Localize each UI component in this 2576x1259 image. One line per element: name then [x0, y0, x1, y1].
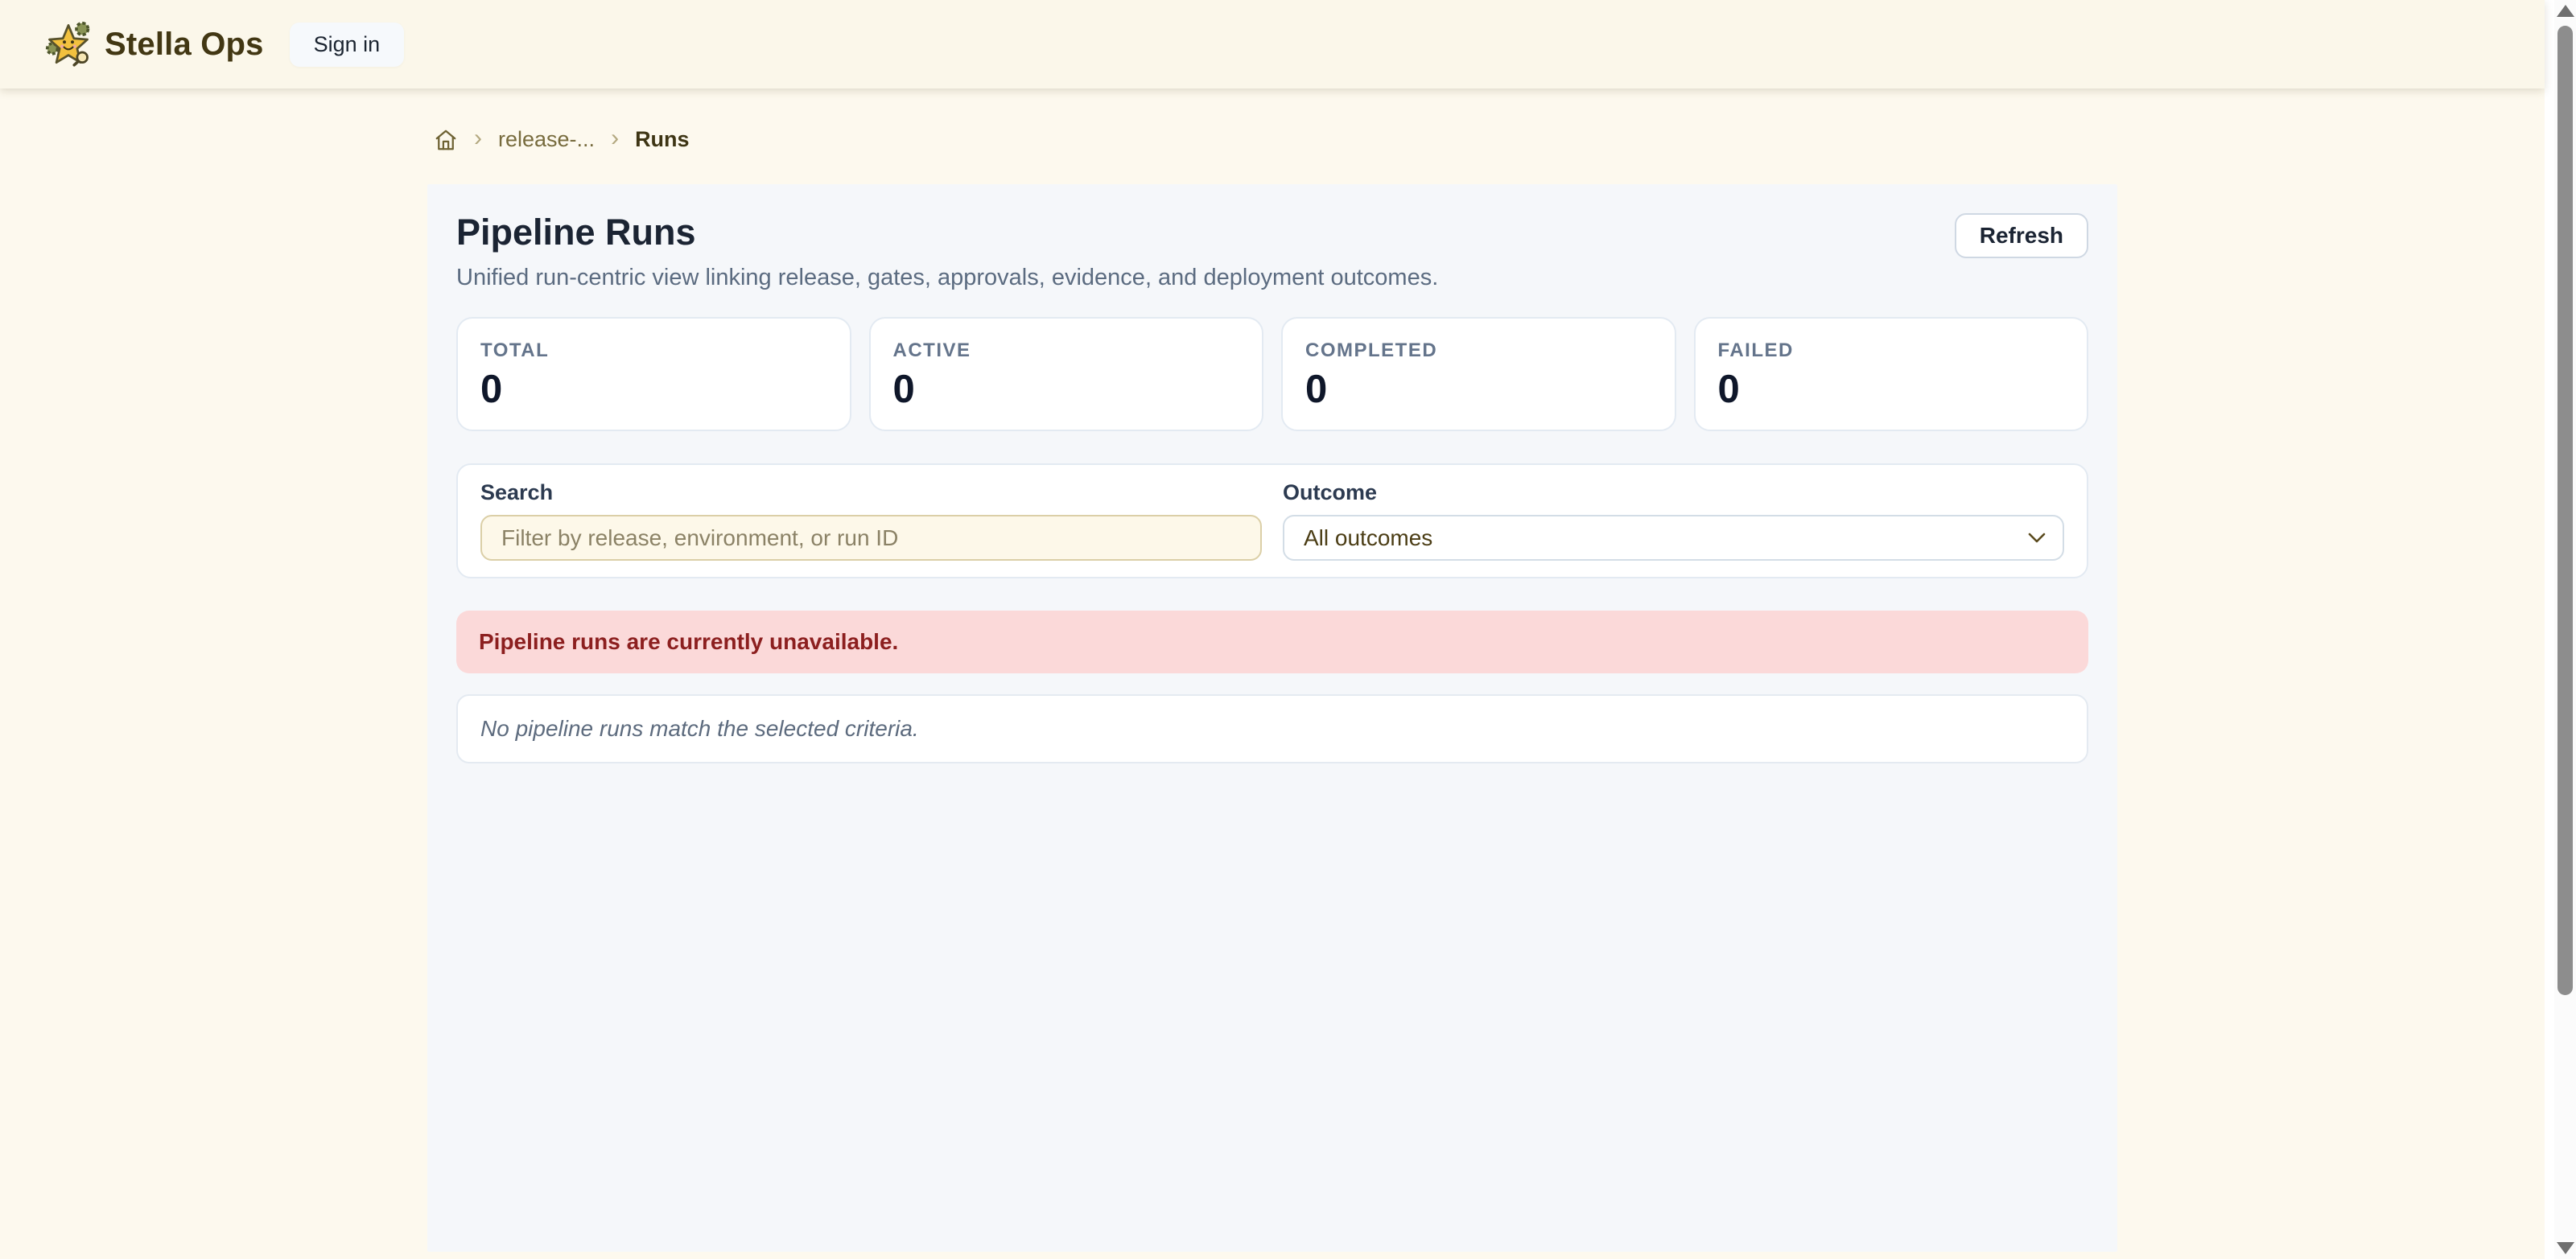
panel-header-text: Pipeline Runs Unified run-centric view l… [456, 212, 1438, 291]
outcome-field-group: Outcome All outcomes [1283, 479, 2064, 561]
scroll-down-arrow-icon[interactable] [2557, 1242, 2574, 1254]
breadcrumb-separator-icon: › [611, 126, 619, 150]
stat-value: 0 [1718, 368, 2065, 412]
breadcrumb-separator-icon: › [474, 126, 482, 150]
stats-row: TOTAL 0 ACTIVE 0 COMPLETED 0 FAILED 0 [456, 317, 2088, 431]
scrollbar-thumb[interactable] [2557, 26, 2573, 995]
top-header: Stella Ops Sign in [0, 0, 2545, 88]
stat-label: FAILED [1718, 339, 2065, 362]
outcome-select-wrap: All outcomes [1283, 515, 2064, 561]
stat-value: 0 [893, 368, 1240, 412]
stat-card-failed: FAILED 0 [1694, 317, 2089, 431]
stat-label: ACTIVE [893, 339, 1240, 362]
breadcrumb: › release-... › Runs [434, 127, 2117, 152]
stat-value: 0 [1305, 368, 1652, 412]
scroll-up-arrow-icon[interactable] [2557, 5, 2574, 17]
star-mascot-icon [45, 21, 92, 68]
app-root: Stella Ops Sign in › release-... › Runs … [0, 0, 2545, 1259]
panel-header: Pipeline Runs Unified run-centric view l… [456, 212, 2088, 291]
app-brand-title: Stella Ops [105, 27, 264, 63]
breadcrumb-release-link[interactable]: release-... [498, 127, 595, 152]
content-column: › release-... › Runs Pipeline Runs Unifi… [427, 88, 2117, 1252]
stat-card-completed: COMPLETED 0 [1281, 317, 1676, 431]
stat-label: TOTAL [480, 339, 827, 362]
home-icon[interactable] [434, 128, 458, 152]
stat-card-total: TOTAL 0 [456, 317, 851, 431]
breadcrumb-runs-current: Runs [635, 127, 690, 152]
refresh-button[interactable]: Refresh [1955, 213, 2088, 258]
outcome-label: Outcome [1283, 480, 1377, 504]
page-title: Pipeline Runs [456, 212, 1438, 253]
page-subtitle: Unified run-centric view linking release… [456, 265, 1438, 291]
pipeline-runs-panel: Pipeline Runs Unified run-centric view l… [427, 184, 2117, 1252]
search-field-group: Search [480, 479, 1262, 561]
stat-label: COMPLETED [1305, 339, 1652, 362]
search-input[interactable] [480, 515, 1262, 561]
stat-value: 0 [480, 368, 827, 412]
vertical-scrollbar[interactable] [2554, 0, 2576, 1259]
empty-state-message: No pipeline runs match the selected crit… [456, 694, 2088, 763]
filters-card: Search Outcome All outcomes [456, 463, 2088, 578]
stat-card-active: ACTIVE 0 [869, 317, 1264, 431]
sign-in-button[interactable]: Sign in [290, 23, 405, 67]
search-label: Search [480, 480, 553, 504]
outcome-select[interactable]: All outcomes [1283, 515, 2064, 561]
error-banner: Pipeline runs are currently unavailable. [456, 611, 2088, 673]
